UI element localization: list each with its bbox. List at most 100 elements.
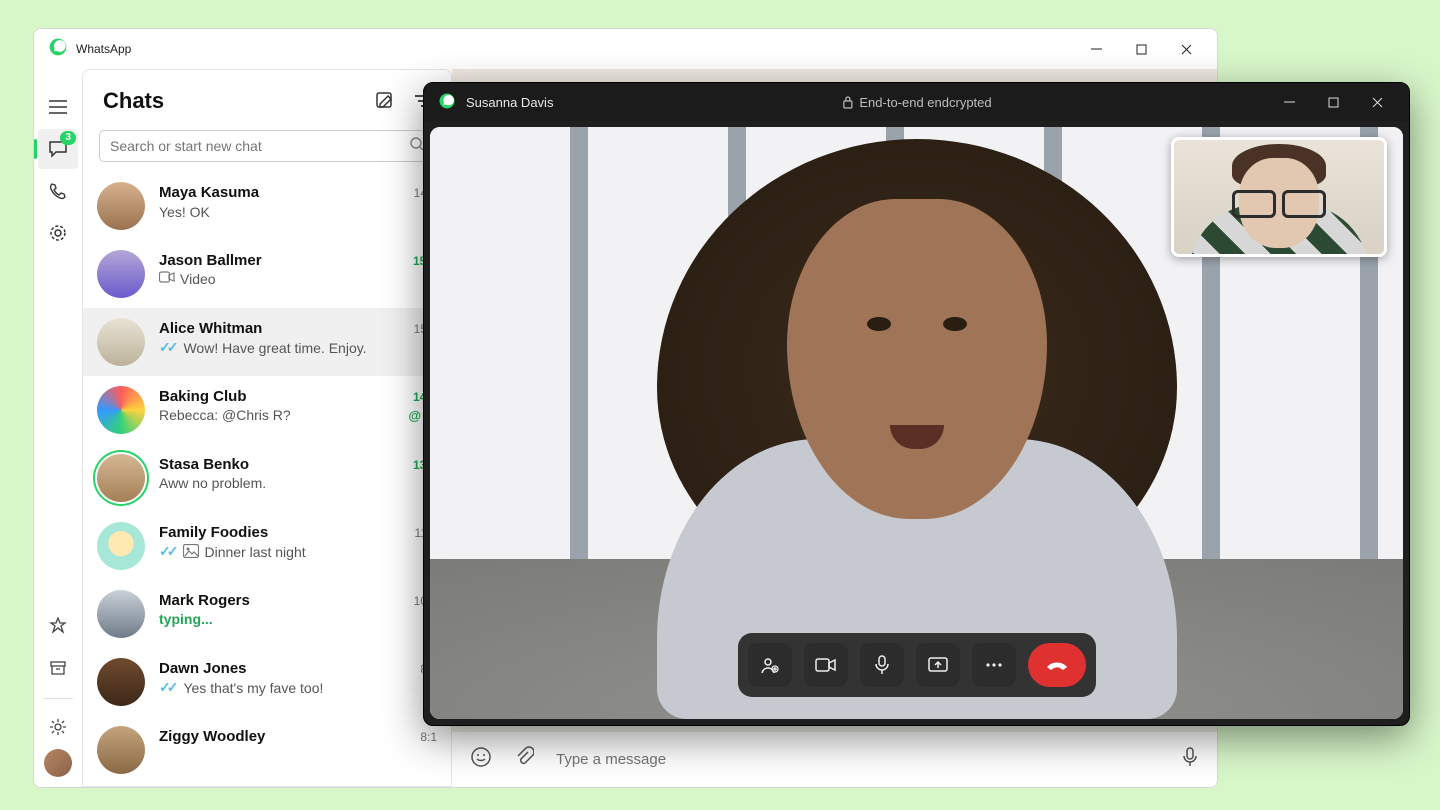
maximize-button[interactable] <box>1119 29 1164 69</box>
call-window[interactable]: Susanna Davis End-to-end endcrypted <box>423 82 1410 726</box>
window-controls <box>1074 29 1209 69</box>
call-minimize-button[interactable] <box>1267 83 1311 121</box>
chat-list[interactable]: Maya Kasuma14:5Yes! OKJason Ballmer15:2V… <box>83 172 451 786</box>
photo-icon <box>183 544 199 560</box>
phone-icon <box>49 182 67 200</box>
share-screen-button[interactable] <box>916 643 960 687</box>
star-icon <box>49 617 67 635</box>
archived-tab[interactable] <box>38 648 78 688</box>
typing-indicator: typing... <box>159 611 213 627</box>
double-check-icon: ✓✓ <box>159 679 174 696</box>
chat-avatar <box>97 250 145 298</box>
gear-icon <box>49 718 67 736</box>
call-titlebar[interactable]: Susanna Davis End-to-end endcrypted <box>424 83 1409 121</box>
chat-avatar <box>97 182 145 230</box>
chat-item[interactable]: Stasa Benko13:5Aww no problem. <box>83 444 451 512</box>
emoji-button[interactable] <box>470 746 492 773</box>
status-ring-icon <box>48 223 68 243</box>
call-peer-name: Susanna Davis <box>466 95 553 110</box>
new-chat-button[interactable] <box>375 91 395 111</box>
titlebar[interactable]: WhatsApp <box>34 29 1217 69</box>
chat-item[interactable]: Dawn Jones8:3✓✓Yes that's my fave too! <box>83 648 451 716</box>
app-title: WhatsApp <box>76 42 131 56</box>
chats-tab[interactable]: 3 <box>38 129 78 169</box>
chat-name: Jason Ballmer <box>159 252 262 269</box>
starred-tab[interactable] <box>38 606 78 646</box>
chats-heading: Chats <box>103 88 164 114</box>
status-tab[interactable] <box>38 213 78 253</box>
toggle-mic-button[interactable] <box>860 643 904 687</box>
calls-tab[interactable] <box>38 171 78 211</box>
add-participant-button[interactable] <box>748 643 792 687</box>
screen-share-icon <box>928 656 948 674</box>
voice-message-button[interactable] <box>1181 746 1199 773</box>
chat-name: Alice Whitman <box>159 320 262 337</box>
remote-video <box>430 127 1403 719</box>
double-check-icon: ✓✓ <box>159 543 174 560</box>
chat-name: Family Foodies <box>159 524 268 541</box>
mic-icon <box>874 655 890 675</box>
remote-person <box>597 129 1237 719</box>
mic-icon <box>1181 746 1199 768</box>
chats-header: Chats <box>83 70 451 122</box>
profile-avatar[interactable] <box>44 749 72 777</box>
chat-preview-row: Rebecca: @Chris R?@ <box>159 407 437 423</box>
close-button[interactable] <box>1164 29 1209 69</box>
chat-list-panel: Chats Maya Kasuma14:5Yes! OKJason Ballme… <box>82 69 452 787</box>
chat-preview: Yes! OK <box>159 204 210 220</box>
smile-icon <box>470 746 492 768</box>
minimize-button[interactable] <box>1074 29 1119 69</box>
call-controls <box>738 633 1096 697</box>
search-field[interactable] <box>99 130 435 162</box>
self-video-pip[interactable] <box>1171 137 1387 257</box>
chat-preview: Video <box>180 271 216 287</box>
chat-preview-row: ✓✓Yes that's my fave too! <box>159 679 437 696</box>
more-options-button[interactable] <box>972 643 1016 687</box>
chat-name: Ziggy Woodley <box>159 728 265 745</box>
search-icon <box>410 137 424 156</box>
attach-button[interactable] <box>514 746 534 773</box>
search-input[interactable] <box>110 138 410 154</box>
chat-preview: Aww no problem. <box>159 475 266 491</box>
rail-divider <box>43 698 73 699</box>
chat-item[interactable]: Family Foodies11:2✓✓Dinner last night <box>83 512 451 580</box>
chat-name: Mark Rogers <box>159 592 250 609</box>
chat-avatar <box>97 590 145 638</box>
chat-name: Maya Kasuma <box>159 184 259 201</box>
chat-item[interactable]: Maya Kasuma14:5Yes! OK <box>83 172 451 240</box>
chat-item[interactable]: Baking Club14:4Rebecca: @Chris R?@ <box>83 376 451 444</box>
chat-item[interactable]: Ziggy Woodley 8:1 <box>83 716 451 784</box>
chat-name: Dawn Jones <box>159 660 247 677</box>
hangup-icon <box>1045 659 1069 671</box>
chat-name: Baking Club <box>159 388 247 405</box>
menu-button[interactable] <box>38 87 78 127</box>
person-add-icon <box>760 655 780 675</box>
call-maximize-button[interactable] <box>1311 83 1355 121</box>
chat-preview-row: ✓✓Wow! Have great time. Enjoy. <box>159 339 437 356</box>
chat-preview-row: Video <box>159 271 437 287</box>
whatsapp-logo-icon <box>438 92 456 113</box>
chat-preview-row: Yes! OK <box>159 203 437 220</box>
call-close-button[interactable] <box>1355 83 1399 121</box>
toggle-camera-button[interactable] <box>804 643 848 687</box>
encryption-label: End-to-end endcrypted <box>859 95 991 110</box>
paperclip-icon <box>514 746 534 768</box>
message-input[interactable] <box>556 751 1159 768</box>
chat-item[interactable]: Alice Whitman15:1✓✓Wow! Have great time.… <box>83 308 451 376</box>
chat-avatar <box>97 454 145 502</box>
chat-preview: Dinner last night <box>204 544 305 560</box>
chat-item[interactable]: Jason Ballmer15:2Video <box>83 240 451 308</box>
settings-button[interactable] <box>38 707 78 747</box>
chat-item[interactable]: Mark Rogers10:5typing... <box>83 580 451 648</box>
double-check-icon: ✓✓ <box>159 339 174 356</box>
chat-preview-row: ✓✓ Dinner last night <box>159 543 437 560</box>
chat-time: 8:1 <box>420 730 437 744</box>
archive-icon <box>49 659 67 677</box>
whatsapp-logo-icon <box>48 37 68 62</box>
chat-avatar <box>97 658 145 706</box>
unread-badge: 3 <box>60 131 76 145</box>
chat-name: Stasa Benko <box>159 456 249 473</box>
video-camera-icon <box>815 657 837 673</box>
chat-preview-row: Aww no problem. <box>159 475 437 491</box>
end-call-button[interactable] <box>1028 643 1086 687</box>
